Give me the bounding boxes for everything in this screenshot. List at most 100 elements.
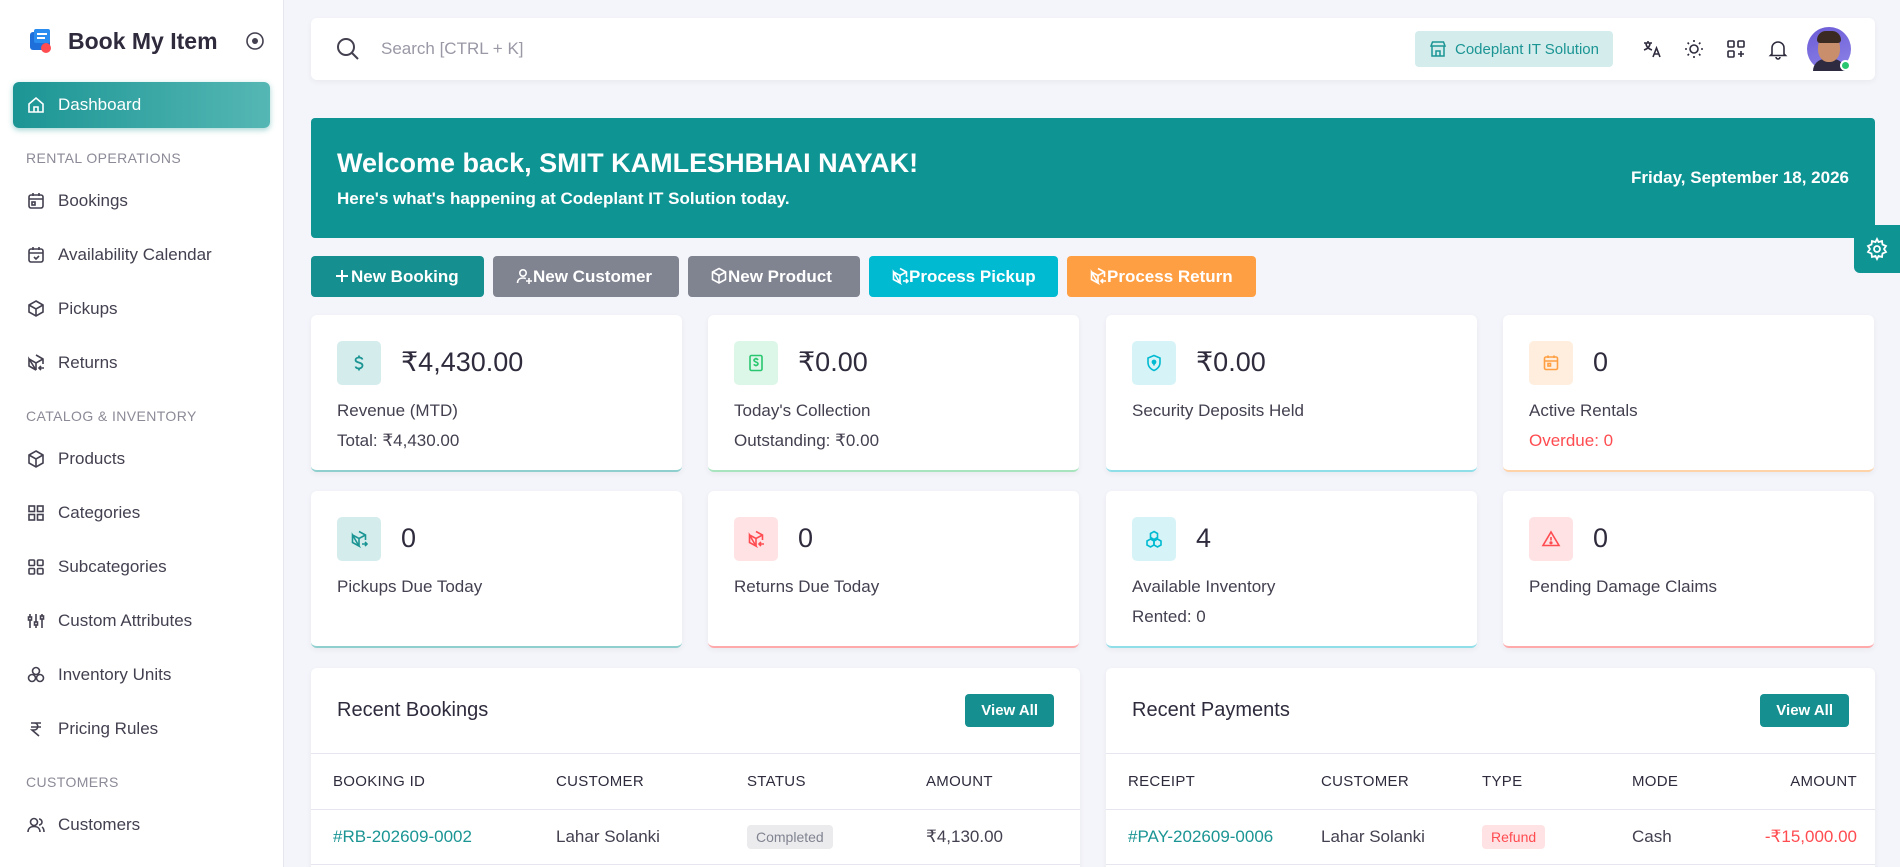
stat-label: Active Rentals <box>1529 401 1638 420</box>
stat-card-available-inventory: 4 Available Inventory Rented: 0 <box>1106 491 1477 648</box>
sidebar-item-customers[interactable]: Customers <box>13 802 270 848</box>
panel-header: Recent Bookings View All <box>311 668 1080 754</box>
new-product-label: New Product <box>728 266 832 286</box>
table-header-row: BOOKING ID CUSTOMER STATUS AMOUNT <box>311 754 1080 810</box>
column-header[interactable]: STATUS <box>747 754 926 810</box>
sidebar-item-bookings[interactable]: Bookings <box>13 178 270 224</box>
column-header[interactable]: MODE <box>1632 754 1732 810</box>
column-header[interactable]: AMOUNT <box>1732 754 1875 810</box>
stat-value: 0 <box>1593 347 1609 377</box>
stat-label: Pickups Due Today <box>337 577 483 596</box>
column-header[interactable]: CUSTOMER <box>1321 754 1482 810</box>
gear-icon <box>1866 237 1888 261</box>
box-icon <box>711 267 727 284</box>
stat-value: 4 <box>1196 523 1212 553</box>
column-header[interactable]: BOOKING ID <box>311 754 556 810</box>
sidebar-item-label: Pickups <box>58 299 118 318</box>
view-all-payments-button[interactable]: View All <box>1760 694 1849 727</box>
new-product-button[interactable]: New Product <box>688 256 860 297</box>
package-out-icon <box>28 300 44 317</box>
sidebar-item-label: Products <box>58 449 126 468</box>
column-header[interactable]: AMOUNT <box>926 754 1080 810</box>
quick-actions: New Booking New Customer New Product Pro… <box>311 256 1265 297</box>
receipt-link[interactable]: #PAY-202609-0006 <box>1128 827 1273 846</box>
app-title: Book My Item <box>68 27 218 54</box>
customizer-toggle[interactable] <box>1854 225 1900 273</box>
process-return-label: Process Return <box>1107 266 1233 286</box>
column-header[interactable]: TYPE <box>1482 754 1632 810</box>
sidebar-item-custom-attributes[interactable]: Custom Attributes <box>13 598 270 644</box>
sidebar-item-pricing-rules[interactable]: Pricing Rules <box>13 706 270 752</box>
stat-value: 0 <box>401 523 417 553</box>
bell-icon <box>1768 41 1788 60</box>
adjustments-icon <box>27 614 45 628</box>
panel-title: Recent Payments <box>1132 699 1290 721</box>
home-icon <box>28 96 44 113</box>
category-icon <box>28 505 44 521</box>
panel-header: Recent Payments View All <box>1106 668 1875 754</box>
process-pickup-button[interactable]: Process Pickup <box>869 256 1058 297</box>
stat-value: ₹4,430.00 <box>401 347 524 377</box>
column-header[interactable]: RECEIPT <box>1106 754 1321 810</box>
payment-mode: Cash <box>1632 809 1732 865</box>
stat-label: Returns Due Today <box>734 577 880 596</box>
search-icon[interactable] <box>335 36 361 62</box>
building-store-icon <box>1429 41 1447 57</box>
stat-card-pickups-due: 0 Pickups Due Today <box>311 491 682 648</box>
booking-id-link[interactable]: #RB-202609-0002 <box>333 827 472 846</box>
sidebar-item-inventory-units[interactable]: Inventory Units <box>13 652 270 698</box>
users-icon <box>27 817 45 833</box>
notifications-button[interactable] <box>1757 28 1799 70</box>
sidebar-item-products[interactable]: Products <box>13 436 270 482</box>
sidebar-item-label: Categories <box>58 503 141 522</box>
theme-toggle-button[interactable] <box>1673 28 1715 70</box>
stat-card-todays-collection: ₹0.00 Today's Collection Outstanding: ₹0… <box>708 315 1079 472</box>
panel-title: Recent Bookings <box>337 699 489 721</box>
package-out-icon <box>892 267 909 285</box>
package-return-icon <box>1090 267 1106 285</box>
sidebar-item-label: Custom Attributes <box>58 611 193 630</box>
sidebar-item-dashboard[interactable]: Dashboard <box>13 82 270 128</box>
avatar[interactable] <box>1807 27 1851 71</box>
welcome-banner: Welcome back, SMIT KAMLESHBHAI NAYAK! He… <box>311 118 1875 238</box>
stat-label: Available Inventory <box>1132 577 1276 596</box>
view-all-bookings-button[interactable]: View All <box>965 694 1054 727</box>
sidebar-item-subcategories[interactable]: Subcategories <box>13 544 270 590</box>
stat-card-returns-due: 0 Returns Due Today <box>708 491 1079 648</box>
package-return-icon <box>748 530 764 549</box>
table-row[interactable]: #PAY-202609-0006 Lahar Solanki Refund Ca… <box>1106 809 1875 865</box>
payment-customer: Lahar Solanki <box>1321 809 1482 865</box>
new-customer-button[interactable]: New Customer <box>493 256 679 297</box>
sidebar-item-categories[interactable]: Categories <box>13 490 270 536</box>
stat-card-damage-claims: 0 Pending Damage Claims <box>1503 491 1874 648</box>
process-return-button[interactable]: Process Return <box>1067 256 1256 297</box>
sidebar-item-pickups[interactable]: Pickups <box>13 286 270 332</box>
payments-table: RECEIPT CUSTOMER TYPE MODE AMOUNT #PAY-2… <box>1106 754 1875 865</box>
shortcuts-button[interactable] <box>1715 28 1757 70</box>
table-row[interactable]: #RB-202609-0002 Lahar Solanki Completed … <box>311 809 1080 865</box>
company-switcher[interactable]: Codeplant IT Solution <box>1415 31 1613 67</box>
stat-card-security-deposits: ₹0.00 Security Deposits Held <box>1106 315 1477 472</box>
translate-button[interactable] <box>1631 28 1673 70</box>
sidebar-item-availability-calendar[interactable]: Availability Calendar <box>13 232 270 278</box>
alert-triangle-icon <box>1541 530 1561 547</box>
stat-icon-box <box>1132 341 1176 385</box>
column-header[interactable]: CUSTOMER <box>556 754 747 810</box>
payment-type-badge: Refund <box>1482 824 1546 849</box>
search-input[interactable] <box>381 39 781 59</box>
sidebar: Book My Item Dashboard RENTAL OPERATIONS… <box>0 0 284 867</box>
sidebar-item-label: Bookings <box>58 191 128 210</box>
sidebar-item-label: Customers <box>58 815 141 834</box>
sidebar-item-returns[interactable]: Returns <box>13 340 270 386</box>
rupee-icon <box>29 722 41 737</box>
brand: Book My Item <box>0 0 283 82</box>
section-rental-operations: RENTAL OPERATIONS <box>26 150 182 166</box>
new-booking-button[interactable]: New Booking <box>311 256 484 297</box>
stat-label: Pending Damage Claims <box>1529 577 1718 596</box>
package-return-icon <box>28 354 44 371</box>
stat-value: 0 <box>798 523 814 553</box>
sidebar-toggle-icon[interactable] <box>245 31 265 51</box>
booking-amount: ₹4,130.00 <box>926 809 1080 865</box>
box-icon <box>28 450 44 468</box>
sidebar-item-label: Availability Calendar <box>58 245 212 264</box>
